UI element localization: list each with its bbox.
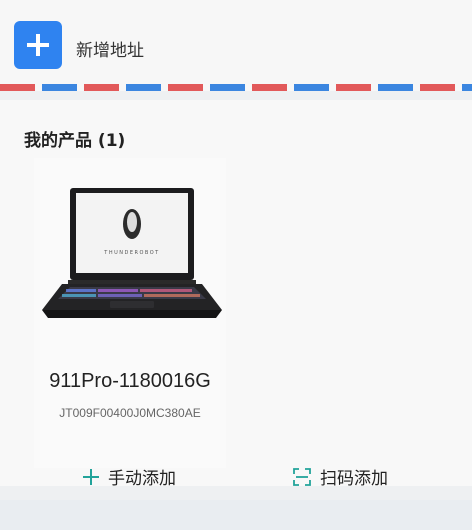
manual-add-button[interactable]: 手动添加 xyxy=(82,464,176,489)
scan-add-button[interactable]: 扫码添加 xyxy=(292,464,388,489)
manual-add-label: 手动添加 xyxy=(108,469,176,489)
laptop-image: THUNDEROBOT xyxy=(42,188,222,318)
section-title: 我的产品 (1) xyxy=(24,131,126,151)
scan-add-label: 扫码添加 xyxy=(320,469,388,489)
plus-icon xyxy=(27,34,49,56)
my-products-card: 我的产品 (1) THUNDEROBOT 911Pro-1180016G JT0… xyxy=(0,100,472,486)
plus-icon xyxy=(83,468,99,485)
product-name: 911Pro-1180016G xyxy=(49,370,211,392)
address-bar: 新增地址 xyxy=(0,0,472,84)
bottom-strip xyxy=(0,500,472,530)
add-address-label[interactable]: 新增地址 xyxy=(76,36,144,61)
brand-logo-text: THUNDEROBOT xyxy=(103,250,159,256)
scan-frame-icon xyxy=(293,467,311,486)
product-serial: JT009F00400J0MC380AE xyxy=(59,406,201,420)
product-card[interactable]: THUNDEROBOT 911Pro-1180016G JT009F00400J… xyxy=(34,158,226,468)
add-address-button[interactable] xyxy=(14,21,62,69)
envelope-stripe-divider xyxy=(0,84,472,91)
